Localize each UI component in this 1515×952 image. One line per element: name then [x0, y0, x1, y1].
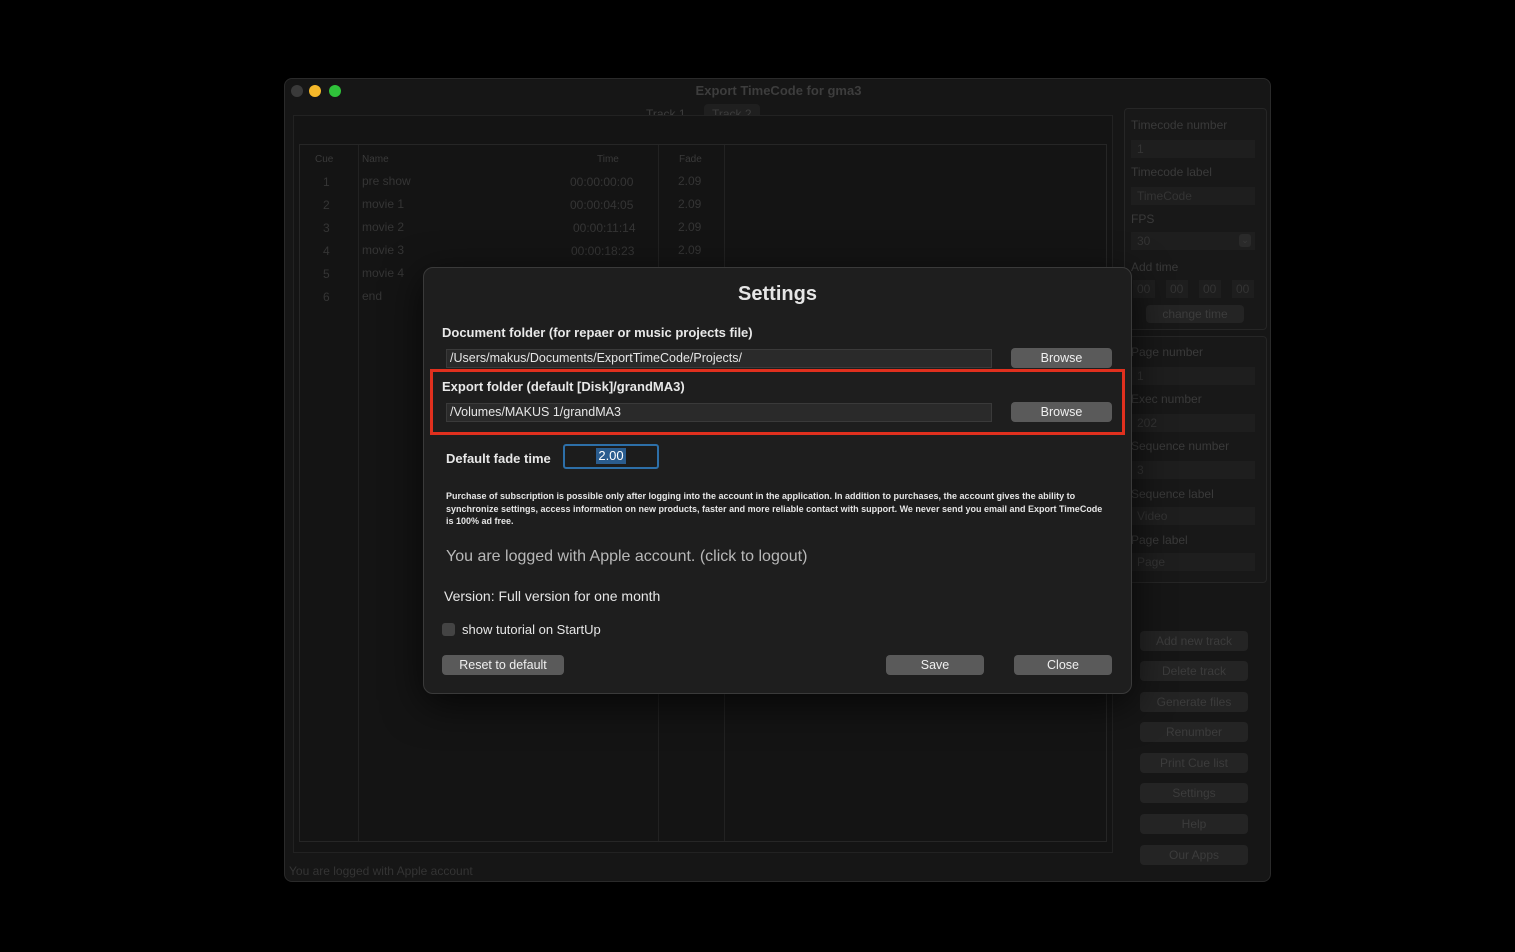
page-label-field[interactable]: Page	[1131, 553, 1255, 571]
tutorial-checkbox-label[interactable]: show tutorial on StartUp	[462, 622, 601, 637]
help-button[interactable]: Help	[1140, 814, 1248, 834]
cue-fade: 2.09	[678, 197, 702, 211]
header-name[interactable]: Name	[362, 154, 389, 165]
browse-document-folder-button[interactable]: Browse	[1011, 348, 1112, 368]
add-time-hours[interactable]: 00	[1133, 280, 1155, 298]
add-time-label: Add time	[1131, 260, 1179, 274]
change-time-button[interactable]: change time	[1146, 305, 1244, 323]
subscription-note: Purchase of subscription is possible onl…	[446, 491, 1103, 526]
cue-time: 00:00:11:14	[573, 221, 636, 235]
save-button[interactable]: Save	[886, 655, 984, 675]
document-folder-label: Document folder (for repaer or music pro…	[442, 325, 753, 340]
page-panel: Page number 1 Exec number 202 Sequence n…	[1124, 336, 1267, 583]
cue-time: 00:00:00:00	[570, 175, 634, 189]
default-fade-input[interactable]: 2.00	[563, 444, 659, 469]
add-time-frames[interactable]: 00	[1232, 280, 1254, 298]
document-folder-path[interactable]: /Users/makus/Documents/ExportTimeCode/Pr…	[446, 349, 992, 368]
status-bar-text: You are logged with Apple account	[289, 864, 473, 878]
table-row[interactable]: 1 pre show 00:00:00:00 2.09	[300, 171, 1106, 194]
cue-name: movie 1	[362, 197, 405, 211]
sequence-number-field[interactable]: 3	[1131, 461, 1255, 479]
chevron-down-icon: ⌄	[1239, 234, 1251, 247]
cue-name: movie 2	[362, 220, 405, 234]
renumber-button[interactable]: Renumber	[1140, 722, 1248, 742]
add-new-track-button[interactable]: Add new track	[1140, 631, 1248, 651]
fps-value: 30	[1137, 234, 1151, 248]
sequence-number-label: Sequence number	[1131, 439, 1230, 453]
table-row[interactable]: 2 movie 1 00:00:04:05 2.09	[300, 194, 1106, 217]
timecode-label-label: Timecode label	[1131, 165, 1212, 179]
our-apps-button[interactable]: Our Apps	[1140, 845, 1248, 865]
print-cue-list-button[interactable]: Print Cue list	[1140, 753, 1248, 773]
timecode-label-field[interactable]: TimeCode	[1131, 187, 1255, 205]
header-time[interactable]: Time	[597, 154, 619, 165]
sequence-label-field[interactable]: Video	[1131, 507, 1255, 525]
default-fade-label: Default fade time	[446, 451, 551, 466]
table-row[interactable]: 3 movie 2 00:00:11:14 2.09	[300, 217, 1106, 240]
fps-label: FPS	[1131, 212, 1155, 226]
dialog-title: Settings	[738, 283, 817, 305]
fps-select[interactable]: 30 ⌄	[1131, 232, 1255, 250]
cue-number: 5	[323, 267, 330, 281]
cue-time: 00:00:04:05	[570, 198, 634, 212]
add-time-minutes[interactable]: 00	[1166, 280, 1188, 298]
tutorial-checkbox[interactable]	[442, 623, 455, 636]
header-cue[interactable]: Cue	[315, 154, 333, 165]
cue-fade: 2.09	[678, 220, 702, 234]
close-button[interactable]: Close	[1014, 655, 1112, 675]
cue-name: movie 4	[362, 266, 405, 280]
settings-dialog: Settings Document folder (for repaer or …	[423, 267, 1132, 694]
cue-name: movie 3	[362, 243, 405, 257]
timecode-panel: Timecode number 1 Timecode label TimeCod…	[1124, 108, 1267, 330]
settings-button[interactable]: Settings	[1140, 783, 1248, 803]
cue-fade: 2.09	[678, 174, 702, 188]
generate-files-button[interactable]: Generate files	[1140, 692, 1248, 712]
cue-name: end	[362, 289, 383, 303]
cue-number: 4	[323, 244, 330, 258]
cue-fade: 2.09	[678, 243, 702, 257]
page-number-field[interactable]: 1	[1131, 367, 1255, 385]
delete-track-button[interactable]: Delete track	[1140, 661, 1248, 681]
table-row[interactable]: 4 movie 3 00:00:18:23 2.09	[300, 240, 1106, 263]
header-fade[interactable]: Fade	[679, 154, 702, 165]
reset-to-default-button[interactable]: Reset to default	[442, 655, 564, 675]
highlight-box	[430, 369, 1125, 435]
cue-number: 6	[323, 290, 330, 304]
default-fade-value: 2.00	[596, 448, 626, 464]
cue-time: 00:00:18:23	[571, 244, 635, 258]
page-label-label: Page label	[1131, 533, 1188, 547]
cue-number: 2	[323, 198, 330, 212]
cue-number: 1	[323, 175, 330, 189]
cue-number: 3	[323, 221, 330, 235]
timecode-number-label: Timecode number	[1131, 118, 1228, 132]
sequence-label-label: Sequence label	[1131, 487, 1214, 501]
logout-link[interactable]: You are logged with Apple account. (clic…	[446, 548, 807, 566]
window-title: Export TimeCode for gma3	[695, 83, 862, 98]
timecode-number-field[interactable]: 1	[1131, 140, 1255, 158]
page-number-label: Page number	[1131, 345, 1204, 359]
cue-name: pre show	[362, 174, 411, 188]
version-text: Version: Full version for one month	[444, 588, 661, 604]
exec-number-field[interactable]: 202	[1131, 414, 1255, 432]
exec-number-label: Exec number	[1131, 392, 1202, 406]
add-time-seconds[interactable]: 00	[1199, 280, 1221, 298]
